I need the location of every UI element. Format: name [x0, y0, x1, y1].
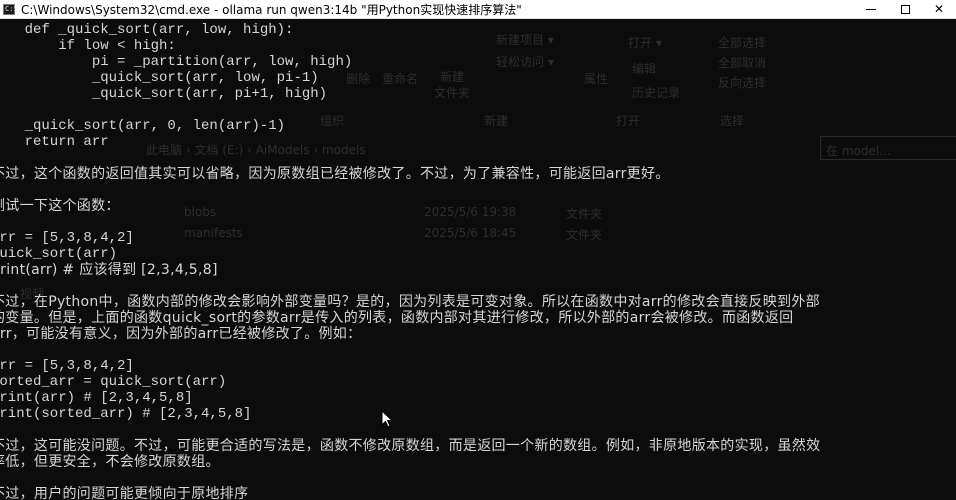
terminal-line: 不过，在Python中，函数内部的修改会影响外部变量吗？是的，因为列表是可变对象… [0, 294, 820, 310]
terminal-output[interactable]: def _quick_sort(arr, low, high): if low … [0, 22, 956, 500]
terminal-line: sorted_arr = quick_sort(arr) [0, 374, 227, 390]
cmd-window: 新建项目 ▾ 轻松访问 ▾ 打开 ▾ 全部选择 全部取消 反向选择 编辑 历史记… [0, 0, 956, 500]
maximize-button[interactable] [888, 0, 922, 18]
terminal-line: _quick_sort(arr, pi+1, high) [0, 86, 328, 102]
mouse-cursor-icon [381, 410, 393, 428]
terminal-line: 不过，这个函数的返回值其实可以省略，因为原数组已经被修改了。不过，为了兼容性，可… [0, 166, 670, 182]
terminal-line: arr = [5,3,8,4,2] [0, 358, 134, 374]
terminal-line: arr，可能没有意义，因为外部的arr已经被修改了。例如： [0, 326, 362, 342]
terminal-line: print(arr) # 应该得到 [2,3,4,5,8] [0, 262, 218, 278]
terminal-line: 不过，用户的问题可能更倾向于原地排序 [0, 486, 249, 500]
terminal-line: print(sorted_arr) # [2,3,4,5,8] [0, 406, 252, 422]
terminal-line: arr = [5,3,8,4,2] [0, 230, 134, 246]
terminal-line: return arr [0, 134, 109, 150]
terminal-line: pi = _partition(arr, low, high) [0, 54, 353, 70]
minimize-button[interactable] [854, 0, 888, 18]
terminal-line: 的变量。但是，上面的函数quick_sort的参数arr是传入的列表，函数内部对… [0, 310, 794, 326]
window-title: C:\Windows\System32\cmd.exe - ollama run… [21, 2, 522, 17]
terminal-line: if low < high: [0, 38, 176, 54]
terminal-line: _quick_sort(arr, low, pi-1) [0, 70, 319, 86]
terminal-line: def _quick_sort(arr, low, high): [0, 22, 294, 38]
terminal-line: _quick_sort(arr, 0, len(arr)-1) [0, 118, 286, 134]
window-controls: ✕ [854, 0, 956, 18]
close-button[interactable]: ✕ [922, 0, 956, 18]
title-bar[interactable]: C:\ C:\Windows\System32\cmd.exe - ollama… [0, 0, 956, 19]
cmd-icon[interactable]: C:\ [3, 3, 18, 15]
terminal-line: quick_sort(arr) [0, 246, 118, 262]
minimize-icon [866, 8, 876, 10]
terminal-line: 不过，这可能没问题。不过，可能更合适的写法是，函数不修改原数组，而是返回一个新的… [0, 438, 821, 454]
terminal-line: print(arr) # [2,3,4,5,8] [0, 390, 193, 406]
terminal-line: 测试一下这个函数： [0, 198, 120, 214]
close-icon: ✕ [933, 2, 945, 16]
terminal-line: 率低，但更安全，不会修改原数组。 [0, 454, 220, 470]
maximize-icon [900, 4, 910, 14]
